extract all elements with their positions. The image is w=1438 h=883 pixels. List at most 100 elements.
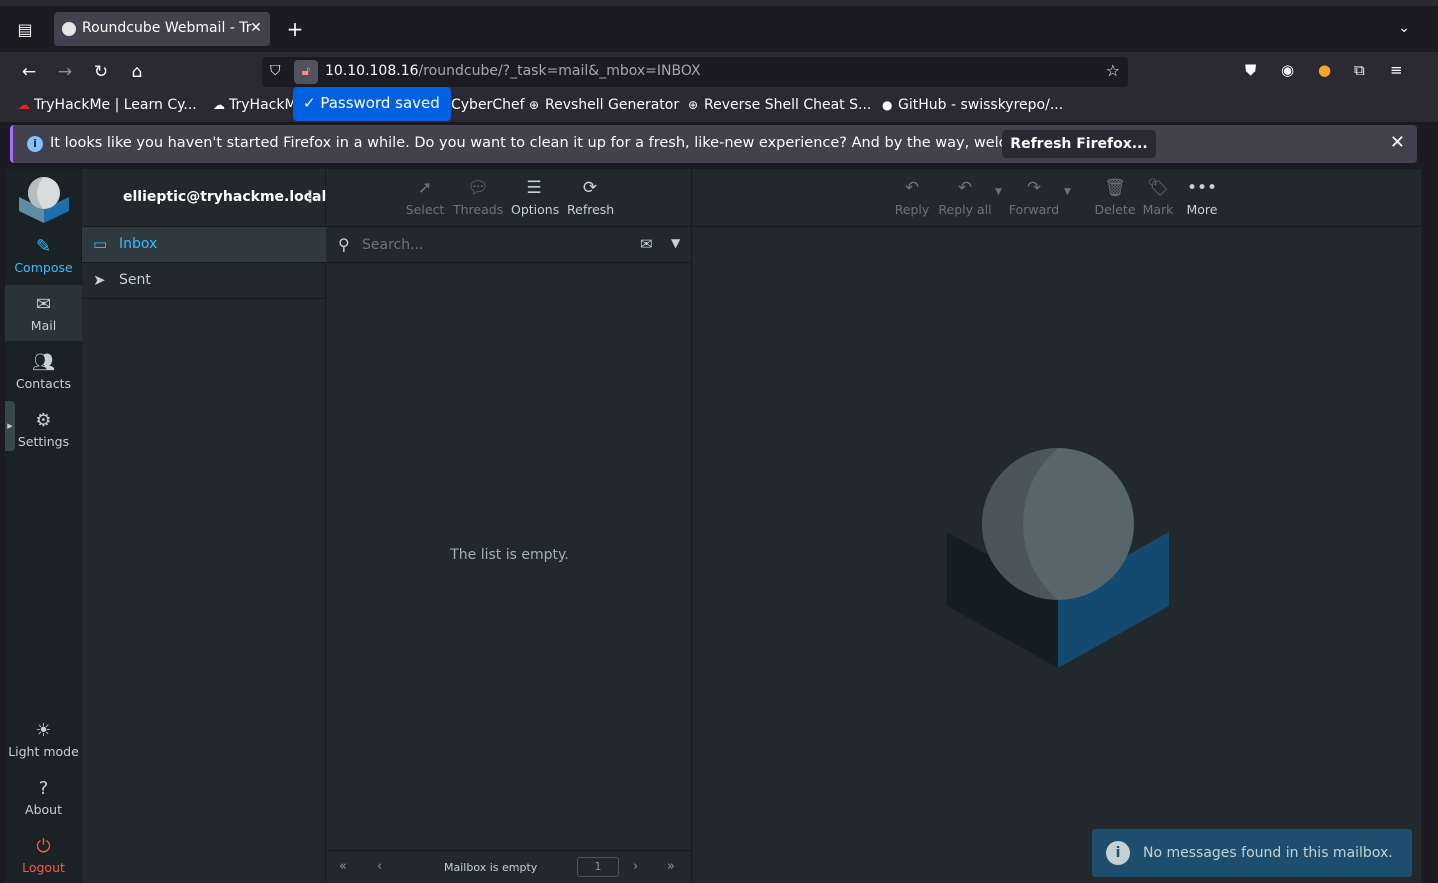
trash-icon: 🗑︎ [1104, 178, 1126, 198]
folders-header: ellieptic@tryhackme.local ⋮ [82, 169, 326, 227]
first-page-icon[interactable]: « [339, 859, 347, 874]
last-page-icon[interactable]: » [667, 859, 675, 874]
bookmarks-toolbar: ☁ TryHackMe | Learn Cy... ☁ TryHackM Cyber… [0, 90, 1438, 122]
browser-tabstrip: ▤ Roundcube Webmail - Try ✕ + ⌄ [0, 0, 1438, 52]
folder-sent[interactable]: ➤ Sent [82, 263, 326, 299]
extension-icon[interactable]: ● [1318, 61, 1331, 79]
reload-icon[interactable]: ↻ [89, 60, 113, 84]
hamburger-menu-icon[interactable]: ≡ [1390, 61, 1403, 79]
new-tab-icon[interactable]: + [284, 19, 306, 41]
select-button[interactable]: ➚ Select [405, 177, 445, 217]
contacts-nav-item[interactable]: 👥︎ Contacts [5, 343, 82, 399]
reply-all-icon: ↶ [957, 178, 973, 198]
delete-button[interactable]: 🗑︎ Delete [1094, 177, 1136, 217]
folder-label: Inbox [119, 236, 158, 252]
chevron-down-icon[interactable]: ⌄ [1398, 20, 1410, 36]
tag-icon: 🏷︎ [1147, 178, 1169, 198]
url-bar[interactable]: ⛉ 🔓︎ 10.10.108.16/roundcube/?_task=mail&… [262, 57, 1128, 87]
sliders-icon: ☰ [526, 178, 542, 198]
envelope-icon: ✉ [35, 294, 52, 315]
forward-icon[interactable]: → [53, 60, 77, 84]
more-options-icon[interactable]: ⋮ [302, 187, 318, 206]
home-icon[interactable]: ⌂ [125, 60, 149, 84]
cloud-icon: ☁ [213, 98, 225, 112]
refresh-icon: ⟳ [582, 178, 598, 198]
mark-button[interactable]: 🏷︎ Mark [1141, 177, 1175, 217]
page-number-input[interactable]: 1 [577, 857, 619, 877]
roundcube-logo-icon [19, 177, 69, 223]
forward-icon: ↷ [1026, 178, 1042, 198]
cloud-icon: ☁ [18, 98, 30, 112]
back-icon[interactable]: ← [17, 60, 41, 84]
mailbox-status: Mailbox is empty [444, 861, 538, 874]
search-input[interactable] [362, 234, 632, 256]
mail-nav-item[interactable]: ✉ Mail [5, 285, 82, 341]
message-toolbar: ↶ Reply ↶ Reply all ▼ ↷ Forward ▼ 🗑︎ Del… [693, 169, 1421, 227]
about-label: About [25, 802, 62, 817]
bookmark-item[interactable]: ⊕ Revshell Generator [529, 97, 679, 113]
bookmark-item[interactable]: ● GitHub - swisskyrepo/... [882, 97, 1063, 113]
sidebar-collapse-handle[interactable]: ▶ [5, 401, 15, 451]
reply-all-label: Reply all [938, 202, 992, 217]
url-text[interactable]: 10.10.108.16/roundcube/?_task=mail&_mbox… [325, 63, 701, 79]
reply-button[interactable]: ↶ Reply [892, 177, 932, 217]
envelope-icon[interactable]: ✉ [640, 235, 653, 253]
forward-dropdown-icon[interactable]: ▼ [1064, 187, 1071, 197]
shield-icon[interactable]: ⛉ [270, 63, 281, 79]
compose-button[interactable]: ✎ Compose [5, 227, 82, 283]
sun-icon: ☀ [35, 720, 52, 741]
options-button[interactable]: ☰ Options [511, 177, 560, 217]
pointer-icon: ➚ [417, 178, 433, 198]
list-footer: « ‹ Mailbox is empty 1 › » [327, 850, 692, 883]
bookmark-item[interactable]: ☁ TryHackMe | Learn Cy... [18, 97, 197, 113]
refresh-firefox-button[interactable]: Refresh Firefox... [1002, 130, 1156, 158]
insecure-lock-icon[interactable]: 🔓︎ [294, 60, 318, 84]
light-mode-button[interactable]: ☀ Light mode [5, 711, 82, 767]
bookmark-star-icon[interactable]: ☆ [1106, 61, 1120, 80]
bookmark-item[interactable]: ⊕ Reverse Shell Cheat S... [688, 97, 871, 113]
account-icon[interactable]: ◉ [1281, 61, 1294, 79]
close-icon[interactable]: ✕ [1390, 132, 1405, 153]
bookmark-label: CyberChef [451, 97, 525, 113]
account-name: ellieptic@tryhackme.local [123, 189, 327, 205]
bookmark-item[interactable]: CyberChef [451, 97, 525, 113]
password-saved-popup: ✓ Password saved [293, 87, 451, 121]
message-content-pane: ↶ Reply ↶ Reply all ▼ ↷ Forward ▼ 🗑︎ Del… [693, 169, 1421, 883]
browser-tab[interactable]: Roundcube Webmail - Try ✕ [54, 12, 270, 46]
comments-icon: 💬︎ [467, 178, 489, 198]
tab-close-icon[interactable]: ✕ [248, 18, 264, 38]
search-icon[interactable]: ⚲ [338, 235, 350, 254]
threads-button[interactable]: 💬︎ Threads [453, 177, 503, 217]
more-label: More [1186, 202, 1218, 217]
reply-icon: ↶ [904, 178, 920, 198]
browser-navbar: ← → ↻ ⌂ ⛉ 🔓︎ 10.10.108.16/roundcube/?_ta… [0, 52, 1438, 90]
reply-all-dropdown-icon[interactable]: ▼ [995, 187, 1002, 197]
paper-plane-icon: ➤ [93, 271, 106, 289]
refresh-button[interactable]: ⟳ Refresh [567, 177, 614, 217]
inbox-icon: ▭ [93, 235, 108, 253]
tab-list-icon[interactable]: ▤ [14, 19, 36, 41]
compose-icon: ✎ [35, 236, 52, 257]
about-button[interactable]: ? About [5, 769, 82, 825]
folder-pane: ellieptic@tryhackme.local ⋮ ▭ Inbox ➤ Se… [82, 169, 326, 883]
folder-inbox[interactable]: ▭ Inbox [82, 227, 326, 263]
options-label: Options [511, 202, 560, 217]
reply-all-button[interactable]: ↶ Reply all [937, 177, 993, 217]
search-bar: ⚲ ✉ ▼ [327, 227, 692, 263]
forward-label: Forward [1008, 202, 1060, 217]
globe-icon: ⊕ [688, 98, 699, 112]
chevron-down-icon[interactable]: ▼ [671, 236, 680, 250]
forward-button[interactable]: ↷ Forward [1006, 177, 1062, 217]
bookmark-label: Reverse Shell Cheat S... [704, 97, 872, 113]
previous-page-icon[interactable]: ‹ [377, 859, 382, 874]
select-label: Select [405, 202, 445, 217]
logout-button[interactable]: ⏻ Logout [5, 827, 82, 883]
settings-nav-item[interactable]: ⚙ Settings [5, 401, 82, 457]
more-button[interactable]: ••• More [1185, 177, 1219, 217]
pocket-icon[interactable]: ⛊ [1245, 61, 1256, 79]
next-page-icon[interactable]: › [633, 859, 638, 874]
bookmark-label: TryHackM [229, 97, 297, 113]
gear-icon: ⚙ [35, 410, 52, 431]
bookmark-item[interactable]: ☁ TryHackM [213, 97, 297, 113]
extensions-puzzle-icon[interactable]: ⧉ [1354, 61, 1365, 79]
